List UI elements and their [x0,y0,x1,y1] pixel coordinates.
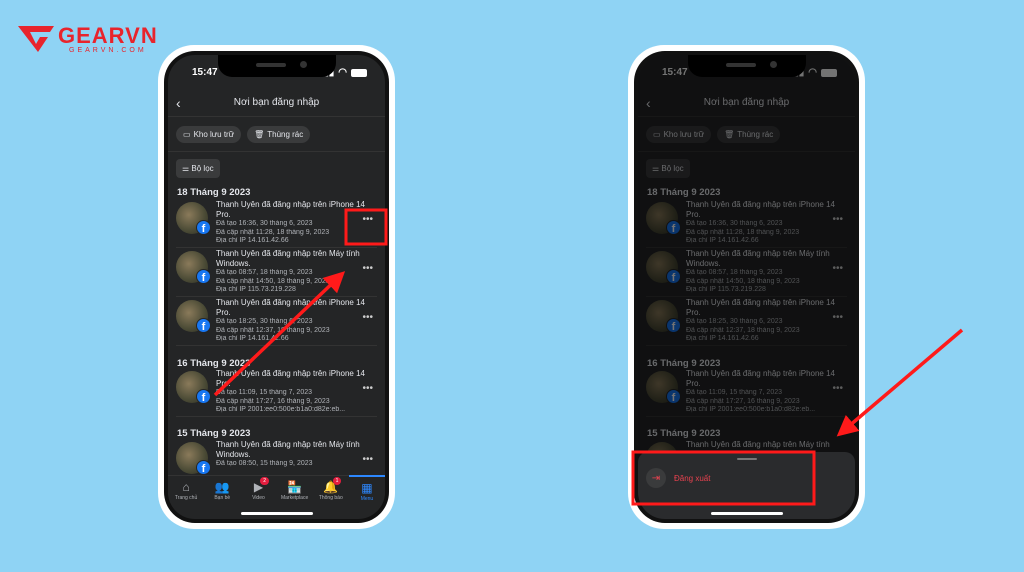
filter-label: Bộ lọc [191,164,214,173]
session-updated: Đã cập nhật 11:28, 18 tháng 9, 2023 [216,228,330,236]
notification-badge: 1 [332,477,342,485]
facebook-icon: f [196,389,211,404]
session-updated: Đã cập nhật 12:37, 18 tháng 9, 2023 [216,326,330,334]
phone-screen: 15:47▮▮◠‹Nơi bạn đăng nhập▭Kho lưu trữ🗑T… [638,55,855,519]
facebook-icon: f [196,318,211,333]
gearvn-logo-mark-icon [18,26,54,52]
session-created: Đã tạo 16:36, 30 tháng 6, 2023 [216,220,313,227]
session-title: Thanh Uyên đã đăng nhập trên iPhone 14 P… [216,298,366,317]
nav-item[interactable]: ⌂Trang chủ [168,476,204,511]
session-list-item[interactable]: f Thanh Uyên đã đăng nhập trên iPhone 14 … [176,369,377,417]
more-options-icon[interactable]: ••• [362,214,373,225]
session-created: Đã tạo 08:57, 18 tháng 9, 2023 [216,269,313,276]
session-list-item[interactable]: f Thanh Uyên đã đăng nhập trên iPhone 14 … [176,298,377,346]
chip-button[interactable]: ▭Kho lưu trữ [176,126,242,143]
home-indicator [710,512,783,515]
nav-item[interactable]: 🏪Marketplace [277,476,313,511]
phone-screen: 15:47▮▮◠‹Nơi bạn đăng nhập▭Kho lưu trữ🗑T… [168,55,385,519]
nav-label: Video [252,495,265,501]
nav-label: Bạn bè [214,495,231,501]
wifi-icon: ◠ [338,67,347,78]
facebook-icon: f [196,269,211,284]
bottom-nav: ⌂Trang chủ👥Bạn bè▶2Video🏪Marketplace🔔1Th… [168,475,385,511]
gearvn-logo: GEARVN GEARVN.COM [18,24,158,54]
session-list-item[interactable]: f Thanh Uyên đã đăng nhập trên iPhone 14 … [176,200,377,248]
filter-button[interactable]: ⚌ Bộ lọc [176,159,220,178]
chip-button[interactable]: 🗑Thùng rác [247,126,311,143]
session-ip: Địa chỉ IP 14.161.42.66 [216,335,289,342]
logout-label: Đăng xuất [674,473,711,483]
status-time: 15:47 [192,67,218,78]
nav-label: Menu [360,496,374,502]
more-options-icon[interactable]: ••• [362,263,373,274]
nav-item[interactable]: ▦Menu [348,475,385,511]
session-list-item[interactable]: f Thanh Uyên đã đăng nhập trên Máy tính W… [176,249,377,297]
friends-icon: 👥 [214,480,230,494]
sliders-icon: ⚌ [182,164,192,173]
nav-item[interactable]: 👥Bạn bè [204,476,240,511]
chip-label: Kho lưu trữ [193,130,235,139]
session-title: Thanh Uyên đã đăng nhập trên Máy tính Wi… [216,249,360,268]
nav-item[interactable]: 🔔1Thông báo [313,476,349,511]
divider [168,151,385,152]
date-heading: 18 Tháng 9 2023 [177,187,251,198]
archive-icon: ▭ [183,130,191,139]
session-title: Thanh Uyên đã đăng nhập trên iPhone 14 P… [216,200,366,219]
brand-name: GEARVN [58,22,158,48]
annotations [213,208,964,506]
brand-url: GEARVN.COM [69,46,147,54]
nav-label: Trang chủ [174,495,198,501]
session-created: Đã tạo 11:09, 15 tháng 7, 2023 [216,389,313,396]
session-ip: Địa chỉ IP 14.161.42.66 [216,237,289,244]
session-title: Thanh Uyên đã đăng nhập trên Máy tính Wi… [216,440,360,459]
notification-badge: 2 [260,477,270,485]
more-options-icon[interactable]: ••• [362,454,373,465]
nav-label: Marketplace [280,495,309,501]
more-options-icon[interactable]: ••• [362,312,373,323]
session-created: Đã tạo 08:50, 15 tháng 9, 2023 [216,460,313,467]
sheet-handle[interactable] [736,458,757,460]
session-title: Thanh Uyên đã đăng nhập trên iPhone 14 P… [216,369,366,388]
logout-button[interactable]: ⇥ Đăng xuất [646,468,710,488]
home-icon: ⌂ [182,480,190,494]
session-ip: Địa chỉ IP 115.73.219.228 [216,286,296,293]
session-updated: Đã cập nhật 17:27, 16 tháng 9, 2023 [216,397,330,405]
modal-backdrop[interactable] [638,55,855,519]
chip-label: Thùng rác [267,130,304,139]
more-options-icon[interactable]: ••• [362,383,373,394]
home-indicator [240,512,313,515]
nav-label: Thông báo [318,495,343,501]
phone-left: 15:47▮▮◠‹Nơi bạn đăng nhập▭Kho lưu trữ🗑T… [158,45,395,529]
date-heading: 15 Tháng 9 2023 [177,428,251,439]
chevron-left-icon[interactable]: ‹ [176,95,181,111]
notch [217,55,336,77]
notch [687,55,806,77]
facebook-icon: f [196,460,211,475]
page-title: Nơi bạn đăng nhập [233,97,320,108]
page-header: ‹ Nơi bạn đăng nhập [168,89,385,117]
facebook-icon: f [196,220,211,235]
session-updated: Đã cập nhật 14:50, 18 tháng 9, 2023 [216,277,330,285]
session-ip: Địa chỉ IP 2001:ee0:500e:b1a0:d82e:eb... [216,406,346,413]
trash-icon: 🗑 [254,130,265,139]
session-created: Đã tạo 18:25, 30 tháng 6, 2023 [216,318,313,325]
date-heading: 16 Tháng 9 2023 [177,358,251,369]
phone-right: 15:47▮▮◠‹Nơi bạn đăng nhập▭Kho lưu trữ🗑T… [628,45,865,529]
marketplace-icon: 🏪 [287,480,303,494]
battery-icon [351,68,367,77]
nav-item[interactable]: ▶2Video [240,476,276,511]
menu-grid-icon: ▦ [361,481,373,495]
logout-icon: ⇥ [646,468,666,488]
bottom-sheet: ⇥ Đăng xuất [638,452,855,519]
